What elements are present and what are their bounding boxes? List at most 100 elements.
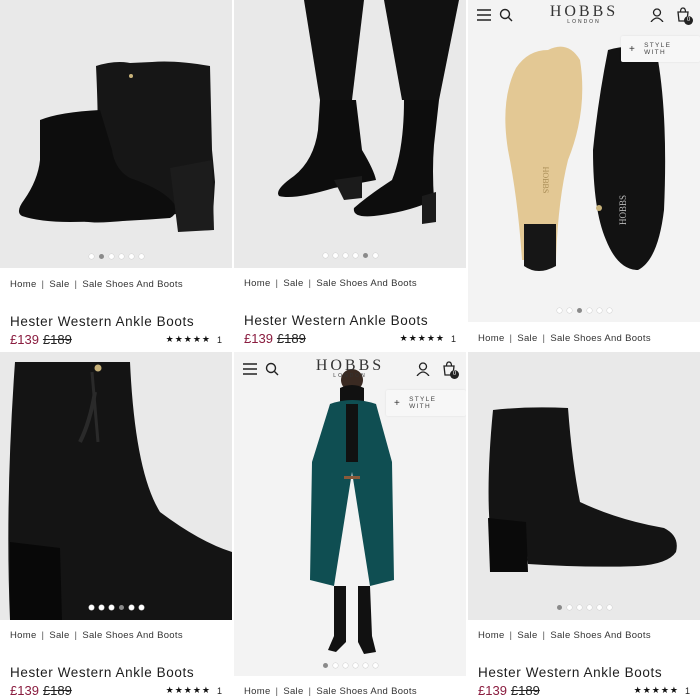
breadcrumb-home[interactable]: Home [478, 630, 505, 641]
carousel-dot[interactable] [586, 605, 592, 610]
breadcrumb-category[interactable]: Sale Shoes And Boots [550, 630, 651, 641]
search-icon[interactable] [265, 362, 279, 376]
breadcrumb-category[interactable]: Sale Shoes And Boots [316, 686, 417, 697]
sale-price: £139 [244, 331, 273, 346]
breadcrumb-sale[interactable]: Sale [283, 686, 303, 697]
carousel-dot[interactable] [362, 663, 368, 668]
product-title[interactable]: Hester Western Ankle Boots [10, 665, 194, 680]
carousel-dot[interactable] [566, 308, 572, 313]
product-tile-4[interactable]: Home | Sale | Sale Shoes And Boots Hester We… [0, 352, 232, 700]
carousel-dots[interactable] [468, 605, 700, 610]
carousel-dot[interactable] [322, 253, 328, 258]
carousel-dot[interactable] [606, 308, 612, 313]
product-image[interactable] [0, 352, 232, 620]
product-title[interactable]: Hester Western Ankle Boots [244, 313, 428, 328]
product-image[interactable] [0, 0, 232, 268]
carousel-dots[interactable] [468, 308, 700, 313]
carousel-dot[interactable] [138, 605, 144, 610]
carousel-dot[interactable] [138, 254, 144, 259]
product-image[interactable] [468, 352, 700, 620]
price-row: £139 £189 ★★★★★ 1 [244, 331, 456, 346]
breadcrumb-sale[interactable]: Sale [517, 630, 537, 641]
carousel-dot-active[interactable] [556, 605, 562, 610]
carousel-dots[interactable] [234, 253, 466, 258]
carousel-dot[interactable] [128, 605, 134, 610]
product-image[interactable]: HOBBS HOBBS HOBBS LONDON 0 + STYLE WITH [468, 0, 700, 322]
rating[interactable]: ★★★★★ 1 [166, 334, 222, 345]
product-tile-3[interactable]: HOBBS HOBBS HOBBS LONDON 0 + STYLE WITH Ho… [468, 0, 700, 350]
brand-logo[interactable]: HOBBS LONDON [316, 357, 384, 379]
breadcrumb-category[interactable]: Sale Shoes And Boots [82, 279, 183, 290]
carousel-dot[interactable] [98, 605, 104, 610]
sole-stamp-text: HOBBS [541, 167, 550, 194]
carousel-dot[interactable] [556, 308, 562, 313]
account-icon[interactable] [650, 8, 664, 22]
breadcrumb-category[interactable]: Sale Shoes And Boots [550, 333, 651, 344]
breadcrumb: Home | Sale | Sale Shoes And Boots [10, 279, 183, 290]
breadcrumb-sale[interactable]: Sale [49, 630, 69, 641]
review-count: 1 [216, 685, 222, 696]
product-tile-5[interactable]: HOBBS LONDON 0 + STYLE WITH Home | Sale | Sale… [234, 352, 466, 700]
carousel-dot[interactable] [566, 605, 572, 610]
carousel-dots[interactable] [0, 254, 232, 259]
cart-count-badge: 0 [684, 16, 693, 25]
menu-icon[interactable] [243, 363, 257, 375]
rating[interactable]: ★★★★★ 1 [166, 685, 222, 696]
carousel-dot[interactable] [118, 254, 124, 259]
style-with-button[interactable]: + STYLE WITH [386, 390, 466, 416]
carousel-dots[interactable] [234, 663, 466, 668]
carousel-dot[interactable] [352, 663, 358, 668]
product-tile-6[interactable]: Home | Sale | Sale Shoes And Boots Hester We… [468, 352, 700, 700]
breadcrumb-home[interactable]: Home [244, 278, 271, 289]
product-title[interactable]: Hester Western Ankle Boots [10, 314, 194, 329]
product-tile-1[interactable]: Home | Sale | Sale Shoes And Boots Hester We… [0, 0, 232, 350]
breadcrumb-sale[interactable]: Sale [49, 279, 69, 290]
carousel-dot[interactable] [586, 308, 592, 313]
carousel-dot[interactable] [128, 254, 134, 259]
product-tile-2[interactable]: Home | Sale | Sale Shoes And Boots Hester We… [234, 0, 466, 350]
breadcrumb-sale[interactable]: Sale [283, 278, 303, 289]
plus-icon: + [394, 397, 402, 409]
carousel-dot[interactable] [576, 605, 582, 610]
product-image[interactable] [234, 0, 466, 268]
carousel-dot[interactable] [88, 605, 94, 610]
carousel-dot[interactable] [342, 663, 348, 668]
carousel-dot-active[interactable] [362, 253, 368, 258]
carousel-dot[interactable] [332, 253, 338, 258]
carousel-dot[interactable] [606, 605, 612, 610]
carousel-dot[interactable] [596, 605, 602, 610]
carousel-dot-active[interactable] [576, 308, 582, 313]
carousel-dot[interactable] [342, 253, 348, 258]
carousel-dot[interactable] [352, 253, 358, 258]
menu-icon[interactable] [477, 9, 491, 21]
carousel-dot[interactable] [372, 663, 378, 668]
carousel-dot-active[interactable] [322, 663, 328, 668]
breadcrumb-sale[interactable]: Sale [517, 333, 537, 344]
product-image[interactable]: HOBBS LONDON 0 + STYLE WITH [234, 352, 466, 676]
breadcrumb-home[interactable]: Home [244, 686, 271, 697]
breadcrumb-home[interactable]: Home [10, 279, 37, 290]
brand-logo[interactable]: HOBBS LONDON [550, 3, 618, 25]
carousel-dot-active[interactable] [118, 605, 124, 610]
breadcrumb-category[interactable]: Sale Shoes And Boots [82, 630, 183, 641]
breadcrumb-home[interactable]: Home [10, 630, 37, 641]
breadcrumb-category[interactable]: Sale Shoes And Boots [316, 278, 417, 289]
account-icon[interactable] [416, 362, 430, 376]
rating[interactable]: ★★★★★ 1 [634, 685, 690, 696]
original-price: £189 [510, 683, 540, 698]
carousel-dot[interactable] [88, 254, 94, 259]
carousel-dot[interactable] [108, 254, 114, 259]
carousel-dots[interactable] [0, 605, 232, 610]
style-with-button[interactable]: + STYLE WITH [621, 36, 700, 62]
breadcrumb-home[interactable]: Home [478, 333, 505, 344]
carousel-dot[interactable] [372, 253, 378, 258]
rating[interactable]: ★★★★★ 1 [400, 333, 456, 344]
carousel-dot[interactable] [332, 663, 338, 668]
carousel-dot[interactable] [108, 605, 114, 610]
star-rating: ★★★★★ [399, 333, 445, 343]
product-title[interactable]: Hester Western Ankle Boots [478, 665, 662, 680]
carousel-dot[interactable] [596, 308, 602, 313]
carousel-dot-active[interactable] [98, 254, 104, 259]
search-icon[interactable] [499, 8, 513, 22]
breadcrumb: Home | Sale | Sale Shoes And Boots [10, 630, 183, 641]
